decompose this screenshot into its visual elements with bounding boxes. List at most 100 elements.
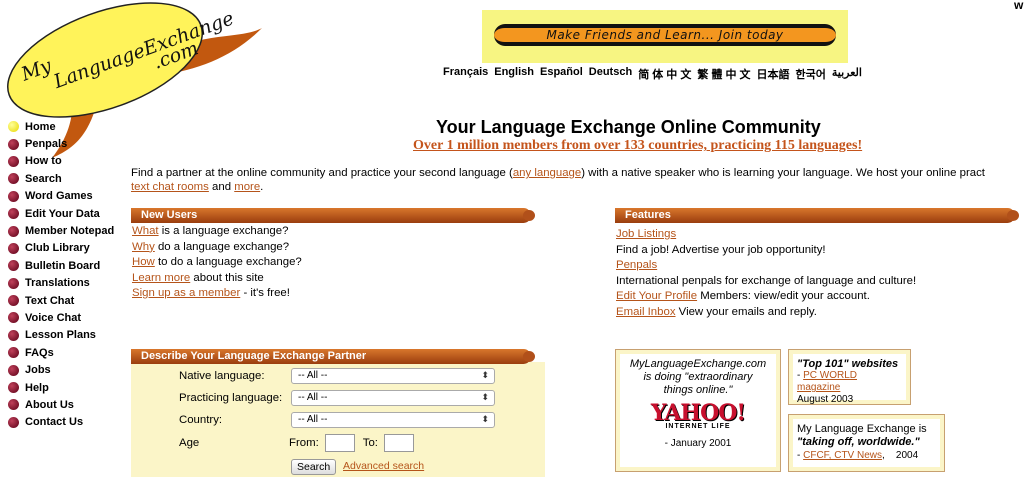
- lang-spanish[interactable]: Español: [540, 66, 583, 82]
- lang-korean[interactable]: 한국어: [796, 66, 826, 82]
- sidebar-item-edit-your-data[interactable]: Edit Your Data: [8, 205, 128, 222]
- sidebar-item-label: Text Chat: [25, 294, 75, 307]
- sidebar-item-how-to[interactable]: How to: [8, 153, 128, 170]
- sidebar-nav: Home Penpals How to Search Word Games Ed…: [8, 118, 128, 431]
- sidebar-item-contact-us[interactable]: Contact Us: [8, 414, 128, 431]
- country-select[interactable]: -- All -- ⬍: [291, 412, 495, 428]
- members-stat-link[interactable]: Over 1 million members from over 133 cou…: [413, 138, 862, 154]
- lang-french[interactable]: Français: [443, 66, 488, 82]
- sidebar-item-about-us[interactable]: About Us: [8, 396, 128, 413]
- bullet-icon: [8, 312, 19, 324]
- email-inbox-desc: View your emails and reply.: [675, 305, 817, 318]
- lang-english[interactable]: English: [494, 66, 534, 82]
- sidebar-item-voice-chat[interactable]: Voice Chat: [8, 309, 128, 326]
- learn-more-link[interactable]: Learn more: [132, 272, 190, 284]
- any-language-link[interactable]: any language: [513, 167, 581, 179]
- bullet-icon: [8, 242, 19, 254]
- yahoo-award: MyLanguageExchange.com is doing "extraor…: [615, 349, 781, 472]
- list-item-text: do a language exchange?: [154, 240, 290, 253]
- native-language-label: Native language:: [179, 370, 265, 382]
- why-link[interactable]: Why: [132, 241, 155, 253]
- features-header: Features: [615, 208, 1019, 223]
- sidebar-item-penpals[interactable]: Penpals: [8, 135, 128, 152]
- new-users-list: What is a language exchange? Why do a la…: [132, 224, 302, 302]
- practicing-language-select[interactable]: -- All -- ⬍: [291, 390, 495, 406]
- age-from-input[interactable]: [324, 434, 355, 452]
- bullet-icon: [8, 121, 19, 133]
- sidebar-item-label: Search: [25, 172, 62, 185]
- intro-text-4: .: [260, 181, 264, 193]
- cfcf-date: , 2004: [882, 450, 919, 461]
- corner-letter: w: [1014, 0, 1024, 12]
- more-link[interactable]: more: [234, 181, 260, 193]
- search-form-header: Describe Your Language Exchange Partner: [131, 349, 535, 364]
- cfcf-award: My Language Exchange is "taking off, wor…: [788, 414, 945, 472]
- sidebar-item-text-chat[interactable]: Text Chat: [8, 292, 128, 309]
- what-link[interactable]: What: [132, 225, 159, 237]
- list-item-text: about this site: [190, 271, 264, 284]
- native-language-value: -- All --: [298, 370, 328, 381]
- sidebar-item-word-games[interactable]: Word Games: [8, 188, 128, 205]
- sign-up-link[interactable]: Sign up as a member: [132, 287, 240, 299]
- sidebar-item-bulletin-board[interactable]: Bulletin Board: [8, 257, 128, 274]
- age-to-input[interactable]: [383, 434, 414, 452]
- bullet-icon: [8, 329, 19, 341]
- lang-japanese[interactable]: 日本語: [757, 66, 790, 82]
- list-item-text: is a language exchange?: [158, 225, 289, 237]
- practicing-language-label: Practicing language:: [179, 392, 283, 404]
- bullet-icon: [8, 416, 19, 428]
- how-link[interactable]: How: [132, 256, 155, 268]
- cfcf-link[interactable]: CFCF, CTV News: [803, 450, 882, 461]
- yahoo-quote-2: is doing "extraordinary: [643, 371, 753, 383]
- bullet-icon: [8, 208, 19, 220]
- country-value: -- All --: [298, 414, 328, 425]
- sidebar-item-label: Edit Your Data: [25, 207, 100, 220]
- cfcf-line-2: "taking off, worldwide.": [797, 436, 920, 448]
- sidebar-item-label: Home: [25, 120, 56, 133]
- native-language-select[interactable]: -- All -- ⬍: [291, 368, 495, 384]
- pc-world-link[interactable]: PC WORLD magazine: [797, 370, 857, 393]
- job-listings-link[interactable]: Job Listings: [616, 228, 676, 240]
- list-item: Sign up as a member - it's free!: [132, 286, 302, 302]
- list-item: How to do a language exchange?: [132, 255, 302, 271]
- bullet-icon: [8, 364, 19, 376]
- lang-chinese-traditional[interactable]: 繁 體 中 文: [697, 66, 750, 82]
- bullet-icon: [8, 260, 19, 272]
- lang-chinese-simplified[interactable]: 简 体 中 文: [638, 66, 691, 82]
- penpals-link[interactable]: Penpals: [616, 259, 657, 271]
- sidebar-item-faqs[interactable]: FAQs: [8, 344, 128, 361]
- lang-arabic[interactable]: العربية: [832, 66, 862, 82]
- sidebar-item-label: Bulletin Board: [25, 259, 101, 272]
- banner-text: Make Friends and Learn... Join today: [546, 28, 784, 42]
- sidebar-item-label: FAQs: [25, 346, 54, 359]
- features-list: Job Listings Find a job! Advertise your …: [616, 227, 916, 320]
- sidebar-item-help[interactable]: Help: [8, 379, 128, 396]
- yahoo-quote-1: MyLanguageExchange.com: [629, 358, 767, 370]
- yahoo-logo: YAHOO!: [650, 400, 746, 426]
- sidebar-item-member-notepad[interactable]: Member Notepad: [8, 222, 128, 239]
- edit-profile-link[interactable]: Edit Your Profile: [616, 290, 697, 302]
- sidebar-item-jobs[interactable]: Jobs: [8, 361, 128, 378]
- bullet-icon: [8, 295, 19, 307]
- lang-german[interactable]: Deutsch: [589, 66, 632, 82]
- age-label: Age: [179, 437, 200, 449]
- sidebar-item-label: Word Games: [25, 190, 93, 203]
- join-banner[interactable]: Make Friends and Learn... Join today: [482, 10, 848, 63]
- bullet-icon: [8, 277, 19, 289]
- text-chat-rooms-link[interactable]: text chat rooms: [131, 181, 209, 193]
- practicing-language-value: -- All --: [298, 392, 328, 403]
- sidebar-item-club-library[interactable]: Club Library: [8, 240, 128, 257]
- sidebar-item-home[interactable]: Home: [8, 118, 128, 135]
- list-item: What is a language exchange?: [132, 224, 302, 240]
- sidebar-item-label: Jobs: [25, 364, 51, 377]
- bullet-icon: [8, 347, 19, 359]
- country-label: Country:: [179, 414, 223, 426]
- advanced-search-link[interactable]: Advanced search: [343, 460, 424, 472]
- sidebar-item-translations[interactable]: Translations: [8, 275, 128, 292]
- email-inbox-link[interactable]: Email Inbox: [616, 306, 676, 318]
- banner-pill: Make Friends and Learn... Join today: [494, 24, 836, 46]
- top101-title: "Top 101" websites: [797, 358, 899, 370]
- sidebar-item-lesson-plans[interactable]: Lesson Plans: [8, 327, 128, 344]
- sidebar-item-search[interactable]: Search: [8, 170, 128, 187]
- search-button[interactable]: Search: [291, 459, 337, 475]
